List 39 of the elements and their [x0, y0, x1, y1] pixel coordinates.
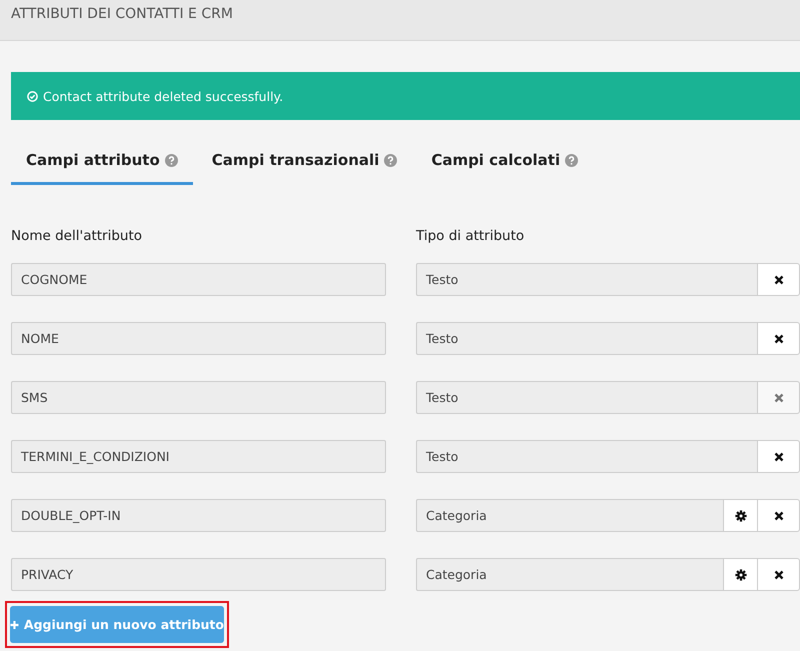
- attribute-type-field[interactable]: Categoria: [416, 499, 724, 532]
- delete-button[interactable]: [758, 440, 800, 473]
- close-icon: [774, 452, 784, 462]
- close-icon: [774, 392, 784, 402]
- tab[interactable]: Campi transazionali: [196, 139, 412, 185]
- settings-button[interactable]: [724, 558, 758, 591]
- settings-button[interactable]: [724, 499, 758, 532]
- close-icon: [774, 334, 784, 344]
- alert-message: Contact attribute deleted successfully.: [43, 88, 284, 104]
- attribute-type-field[interactable]: Testo: [416, 263, 758, 296]
- attribute-name-field[interactable]: SMS: [11, 381, 386, 414]
- close-icon: [774, 274, 784, 284]
- attribute-name-field[interactable]: DOUBLE_OPT-IN: [11, 499, 386, 532]
- help-icon[interactable]: [384, 154, 398, 167]
- delete-button[interactable]: [758, 558, 800, 591]
- plus-icon: [10, 620, 19, 630]
- gear-icon: [734, 510, 746, 522]
- attribute-type-field[interactable]: Testo: [416, 322, 758, 355]
- delete-button[interactable]: [758, 263, 800, 296]
- tab[interactable]: Campi attributo: [11, 139, 193, 185]
- attribute-type-field[interactable]: Testo: [416, 381, 758, 414]
- column-label: Tipo di attributo: [416, 228, 526, 244]
- page-title: ATTRIBUTI DEI CONTATTI E CRM: [11, 6, 233, 22]
- delete-button[interactable]: [758, 499, 800, 532]
- help-icon[interactable]: [164, 154, 178, 167]
- tab[interactable]: Campi calcolati: [416, 139, 594, 185]
- attribute-name-field[interactable]: COGNOME: [11, 263, 386, 296]
- attribute-name-field[interactable]: PRIVACY: [11, 558, 386, 591]
- column-label: Nome dell'attributo: [11, 228, 144, 244]
- close-icon: [774, 510, 784, 520]
- attribute-type-field[interactable]: Categoria: [416, 558, 724, 591]
- attribute-name-field[interactable]: TERMINI_E_CONDIZIONI: [11, 440, 386, 473]
- attribute-name-field[interactable]: NOME: [11, 322, 386, 355]
- attribute-type-field[interactable]: Testo: [416, 440, 758, 473]
- delete-button[interactable]: [758, 322, 800, 355]
- check-circle-icon: [27, 90, 38, 102]
- help-icon[interactable]: [565, 154, 578, 167]
- gear-icon: [734, 568, 746, 580]
- close-icon: [774, 570, 784, 580]
